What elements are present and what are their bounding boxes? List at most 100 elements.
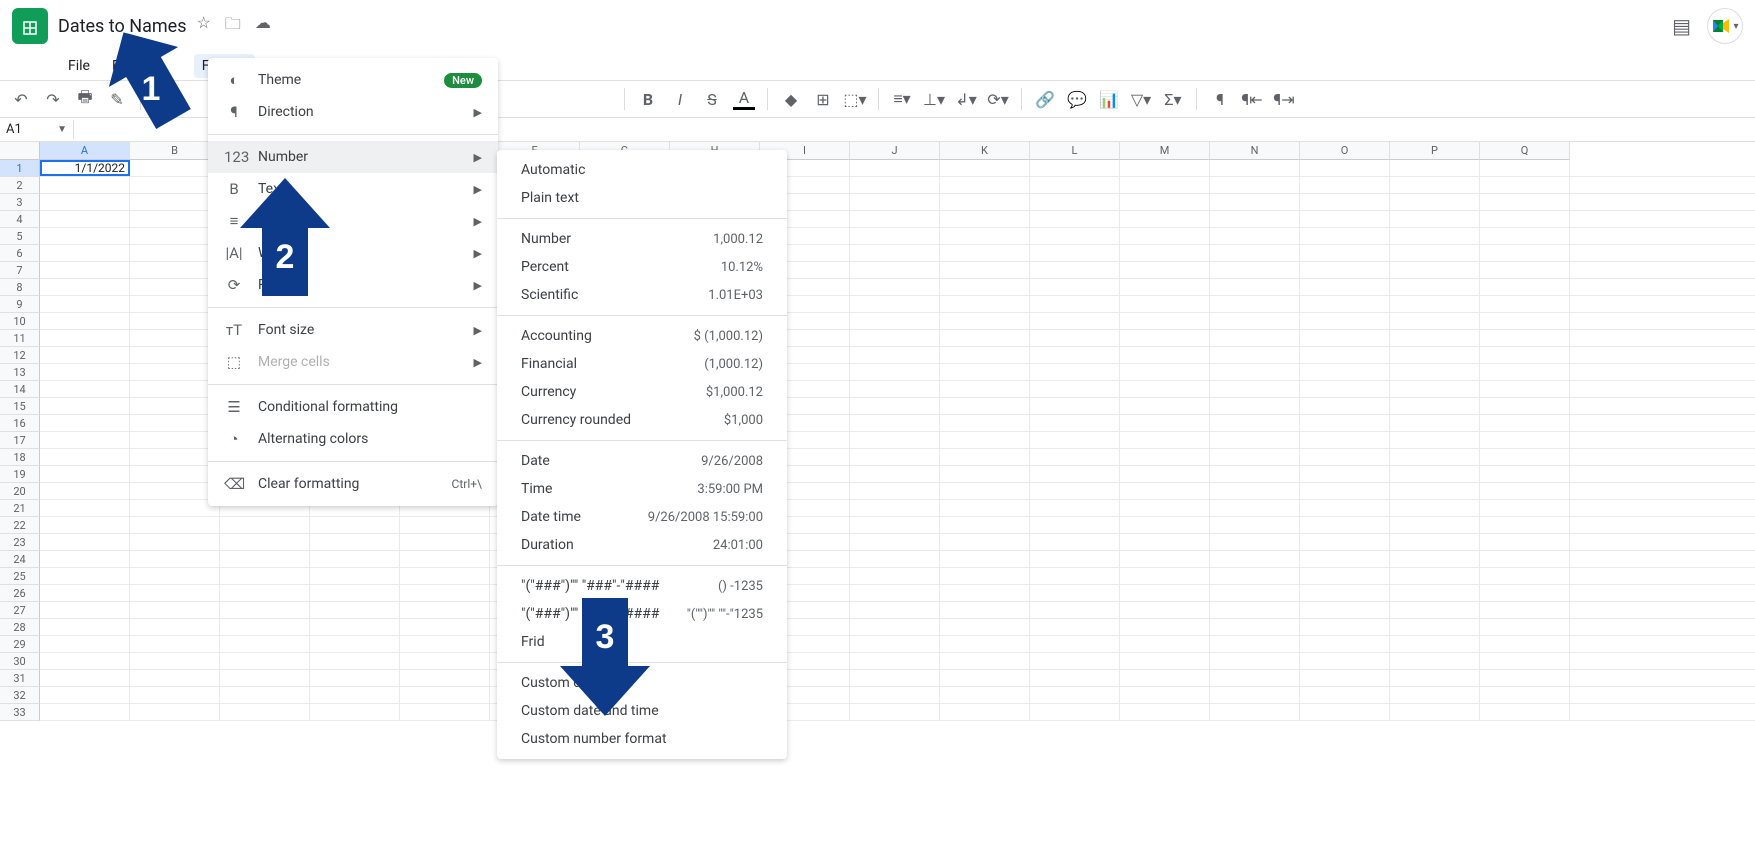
cell[interactable]	[1390, 551, 1480, 567]
cell[interactable]	[130, 704, 220, 720]
cell[interactable]	[1480, 619, 1570, 635]
cell[interactable]	[1210, 466, 1300, 482]
cell[interactable]	[1390, 228, 1480, 244]
row-header[interactable]: 1	[0, 160, 40, 177]
textcolor-icon[interactable]: A	[733, 88, 755, 110]
cell[interactable]	[1390, 296, 1480, 312]
menu-item-number[interactable]: 123Number▶	[208, 141, 498, 173]
cell[interactable]	[40, 432, 130, 448]
link-icon[interactable]: 🔗	[1034, 88, 1056, 110]
cell[interactable]	[1480, 313, 1570, 329]
cell[interactable]	[1300, 636, 1390, 652]
cell[interactable]	[1030, 211, 1120, 227]
cell[interactable]	[1390, 313, 1480, 329]
cell[interactable]	[1030, 585, 1120, 601]
submenu-item-plain-text[interactable]: Plain text	[497, 184, 787, 212]
cell[interactable]	[850, 449, 940, 465]
cell[interactable]	[130, 432, 220, 448]
cell[interactable]	[850, 432, 940, 448]
strike-icon[interactable]: S	[701, 88, 723, 110]
cell[interactable]	[1030, 415, 1120, 431]
cell[interactable]	[1210, 211, 1300, 227]
cell[interactable]	[1120, 619, 1210, 635]
cell[interactable]	[1480, 381, 1570, 397]
row-header[interactable]: 30	[0, 653, 40, 670]
cell[interactable]	[130, 364, 220, 380]
cell[interactable]	[940, 432, 1030, 448]
cell[interactable]	[1030, 177, 1120, 193]
submenu-item-date[interactable]: Date9/26/2008	[497, 447, 787, 475]
cell[interactable]	[310, 653, 400, 669]
cell[interactable]	[130, 211, 220, 227]
cell[interactable]	[1300, 296, 1390, 312]
row-header[interactable]: 16	[0, 415, 40, 432]
cell[interactable]	[850, 364, 940, 380]
cell[interactable]	[1390, 177, 1480, 193]
cell[interactable]	[40, 296, 130, 312]
cell[interactable]	[1300, 449, 1390, 465]
cell[interactable]	[940, 415, 1030, 431]
cell[interactable]	[940, 670, 1030, 686]
cell[interactable]	[850, 296, 940, 312]
cell[interactable]	[1210, 398, 1300, 414]
cell[interactable]	[940, 160, 1030, 176]
row-header[interactable]: 22	[0, 517, 40, 534]
cell[interactable]	[1030, 245, 1120, 261]
cell[interactable]	[1390, 211, 1480, 227]
cell[interactable]	[1210, 177, 1300, 193]
col-header-K[interactable]: K	[940, 142, 1030, 160]
cell[interactable]	[1300, 415, 1390, 431]
cell[interactable]	[940, 262, 1030, 278]
halign-icon[interactable]: ≡▾	[891, 88, 913, 110]
cell[interactable]	[1300, 279, 1390, 295]
cell[interactable]	[40, 551, 130, 567]
cell[interactable]	[1390, 636, 1480, 652]
col-header-N[interactable]: N	[1210, 142, 1300, 160]
cell[interactable]	[850, 228, 940, 244]
menu-item-conditional-formatting[interactable]: ☰Conditional formatting	[208, 391, 498, 423]
cell[interactable]	[940, 449, 1030, 465]
cell[interactable]	[1390, 687, 1480, 703]
cell[interactable]	[1390, 347, 1480, 363]
cell[interactable]	[220, 687, 310, 703]
cell[interactable]	[940, 687, 1030, 703]
cell[interactable]	[850, 551, 940, 567]
cell[interactable]	[130, 466, 220, 482]
cell[interactable]	[850, 211, 940, 227]
cell[interactable]	[850, 262, 940, 278]
row-header[interactable]: 5	[0, 228, 40, 245]
cell[interactable]	[940, 279, 1030, 295]
cell[interactable]	[1390, 517, 1480, 533]
cell[interactable]	[1030, 653, 1120, 669]
cell[interactable]	[1120, 432, 1210, 448]
cell[interactable]	[1300, 194, 1390, 210]
cell[interactable]	[940, 296, 1030, 312]
cell[interactable]	[1120, 534, 1210, 550]
cell[interactable]	[1210, 517, 1300, 533]
cell[interactable]	[850, 466, 940, 482]
cell[interactable]	[1210, 704, 1300, 720]
submenu-item-number[interactable]: Number1,000.12	[497, 225, 787, 253]
cell[interactable]	[1300, 534, 1390, 550]
cell[interactable]	[940, 466, 1030, 482]
cell[interactable]	[1210, 449, 1300, 465]
cell[interactable]	[40, 262, 130, 278]
cell[interactable]	[1480, 602, 1570, 618]
row-header[interactable]: 13	[0, 364, 40, 381]
cell[interactable]	[1120, 670, 1210, 686]
cell[interactable]	[310, 687, 400, 703]
cell[interactable]	[1390, 466, 1480, 482]
cell[interactable]	[400, 670, 490, 686]
wrap-icon[interactable]: ↲▾	[955, 88, 977, 110]
cell[interactable]	[940, 347, 1030, 363]
cell[interactable]	[1210, 602, 1300, 618]
cell[interactable]	[940, 534, 1030, 550]
row-header[interactable]: 29	[0, 636, 40, 653]
cell[interactable]	[1300, 551, 1390, 567]
undo-icon[interactable]: ↶	[10, 88, 32, 110]
cell[interactable]	[1390, 449, 1480, 465]
cell[interactable]	[1480, 551, 1570, 567]
cell[interactable]	[1480, 500, 1570, 516]
cell[interactable]	[1030, 517, 1120, 533]
cell[interactable]	[310, 551, 400, 567]
